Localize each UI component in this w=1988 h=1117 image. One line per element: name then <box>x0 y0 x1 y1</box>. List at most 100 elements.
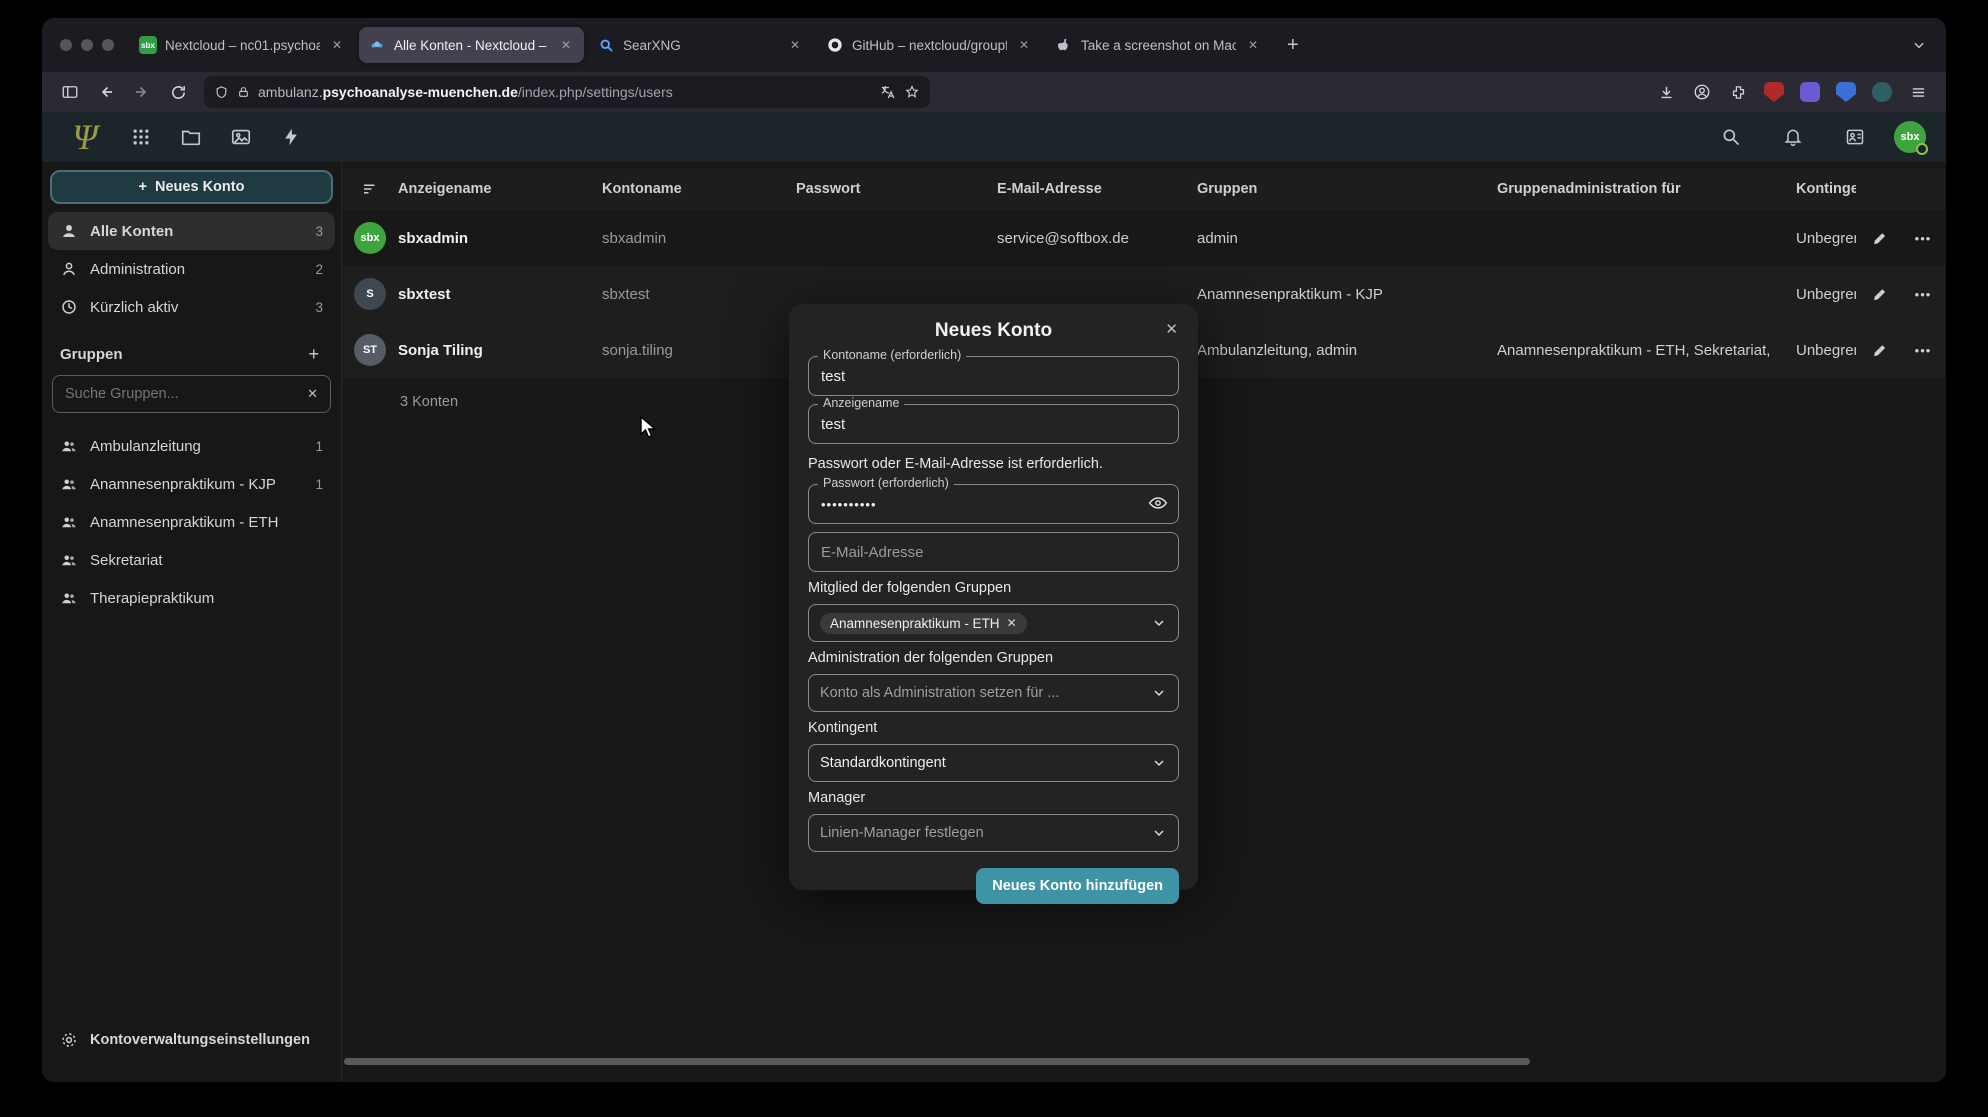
password-email-hint: Passwort oder E-Mail-Adresse ist erforde… <box>808 456 1179 472</box>
cell-display-name: sbxadmin <box>398 230 602 247</box>
ublock-icon[interactable] <box>1758 77 1790 107</box>
extension-icon-blue-shield[interactable] <box>1830 77 1862 107</box>
row-more-icon[interactable]: ••• <box>1904 287 1942 302</box>
header-email: E-Mail-Adresse <box>997 181 1197 197</box>
menu-hamburger-icon[interactable] <box>1902 77 1934 107</box>
submit-new-account-button[interactable]: Neues Konto hinzufügen <box>976 868 1179 904</box>
chevron-down-icon <box>1151 825 1167 841</box>
extensions-puzzle-icon[interactable] <box>1722 77 1754 107</box>
tab-screenshot-mac[interactable]: Take a screenshot on Mac – Ap ✕ <box>1046 27 1271 63</box>
tab-close-icon[interactable]: ✕ <box>557 37 575 53</box>
sidebar-group-sekretariat[interactable]: Sekretariat <box>48 541 335 579</box>
row-more-icon[interactable]: ••• <box>1904 231 1942 246</box>
sidebar-item-count: 3 <box>315 300 323 315</box>
avatar: sbx <box>354 222 386 254</box>
extension-icon-purple[interactable] <box>1794 77 1826 107</box>
cell-groups: admin <box>1197 230 1497 247</box>
url-bar[interactable]: ambulanz.psychoanalyse-muenchen.de/index… <box>204 76 930 108</box>
groups-heading: Gruppen + <box>48 326 335 373</box>
manager-select[interactable]: Linien-Manager festlegen <box>808 814 1179 852</box>
notifications-bell-icon[interactable] <box>1770 117 1816 157</box>
reload-button[interactable] <box>162 77 194 107</box>
activity-lightning-icon[interactable] <box>268 117 314 157</box>
group-label: Therapiepraktikum <box>90 590 214 607</box>
lock-icon[interactable] <box>237 86 250 99</box>
photos-icon[interactable] <box>218 117 264 157</box>
navigation-toolbar: ambulanz.psychoanalyse-muenchen.de/index… <box>42 72 1946 112</box>
email-field <box>808 532 1179 572</box>
tab-close-icon[interactable]: ✕ <box>1244 37 1262 53</box>
new-account-button[interactable]: + Neues Konto <box>50 170 333 204</box>
new-account-modal: Neues Konto ✕ Kontoname (erforderlich) A… <box>789 304 1198 890</box>
cell-display-name: Sonja Tiling <box>398 342 602 359</box>
forward-button[interactable] <box>126 77 158 107</box>
user-avatar[interactable]: sbx <box>1894 121 1926 153</box>
admin-groups-select[interactable]: Konto als Administration setzen für ... <box>808 674 1179 712</box>
tab-close-icon[interactable]: ✕ <box>328 37 346 53</box>
password-input[interactable] <box>808 484 1179 524</box>
nextcloud-logo[interactable]: Ψ <box>56 115 114 159</box>
sidebar-item-count: 3 <box>315 224 323 239</box>
tab-close-icon[interactable]: ✕ <box>1015 37 1033 53</box>
email-input[interactable] <box>808 532 1179 572</box>
sidebar-item-administration[interactable]: Administration 2 <box>48 250 335 288</box>
list-all-tabs-icon[interactable] <box>1902 38 1936 52</box>
account-name-input[interactable] <box>808 356 1179 396</box>
tab-close-icon[interactable]: ✕ <box>786 37 804 53</box>
bookmark-star-icon[interactable] <box>904 84 920 100</box>
horizontal-scrollbar[interactable] <box>344 1058 1530 1065</box>
field-label: Passwort (erforderlich) <box>818 476 954 490</box>
tab-alle-konten[interactable]: Alle Konten - Nextcloud – Ambu ✕ <box>359 27 584 63</box>
edit-pencil-icon[interactable] <box>1856 286 1904 303</box>
downloads-icon[interactable] <box>1650 77 1682 107</box>
back-button[interactable] <box>90 77 122 107</box>
account-icon[interactable] <box>1686 77 1718 107</box>
tab-label: Nextcloud – nc01.psychoanalyse <box>165 38 320 53</box>
table-header: Anzeigename Kontoname Passwort E-Mail-Ad… <box>342 168 1946 210</box>
translate-icon[interactable] <box>879 84 896 101</box>
remove-chip-icon[interactable]: ✕ <box>1007 616 1017 630</box>
settings-label: Kontoverwaltungseinstellungen <box>90 1032 310 1048</box>
avatar-initials: sbx <box>1901 131 1920 143</box>
edit-pencil-icon[interactable] <box>1856 230 1904 247</box>
tab-searxng[interactable]: SearXNG ✕ <box>588 27 813 63</box>
close-window-button[interactable] <box>60 39 72 51</box>
clear-search-icon[interactable]: ✕ <box>307 386 318 402</box>
apps-grid-icon[interactable] <box>118 117 164 157</box>
sidebar-item-alle-konten[interactable]: Alle Konten 3 <box>48 212 335 250</box>
add-group-icon[interactable]: + <box>304 344 323 365</box>
zoom-window-button[interactable] <box>102 39 114 51</box>
member-groups-select[interactable]: Anamnesenpraktikum - ETH ✕ <box>808 604 1179 642</box>
contacts-icon[interactable] <box>1832 117 1878 157</box>
sidebar-group-anamnesenpraktikum-eth[interactable]: Anamnesenpraktikum - ETH <box>48 503 335 541</box>
tab-label: GitHub – nextcloud/groupfolder <box>852 38 1007 53</box>
group-search-input[interactable] <box>65 386 307 402</box>
modal-close-icon[interactable]: ✕ <box>1159 316 1184 342</box>
sidebar-item-kuerzlich-aktiv[interactable]: Kürzlich aktiv 3 <box>48 288 335 326</box>
show-password-eye-icon[interactable] <box>1148 493 1168 513</box>
cell-groups: Ambulanzleitung, admin <box>1197 342 1497 359</box>
list-filter-icon[interactable] <box>342 180 398 198</box>
new-tab-button[interactable]: + <box>1275 32 1311 59</box>
group-count: 1 <box>315 477 323 492</box>
tracking-protection-shield-icon[interactable] <box>214 85 229 100</box>
sidebar-group-therapiepraktikum[interactable]: Therapiepraktikum <box>48 579 335 617</box>
sidebar-group-anamnesenpraktikum-kjp[interactable]: Anamnesenpraktikum - KJP 1 <box>48 465 335 503</box>
tab-nextcloud-nc01[interactable]: sbx Nextcloud – nc01.psychoanalyse ✕ <box>130 27 355 63</box>
edit-pencil-icon[interactable] <box>1856 342 1904 359</box>
account-management-settings[interactable]: Kontoverwaltungseinstellungen <box>42 1016 341 1064</box>
display-name-input[interactable] <box>808 404 1179 444</box>
row-more-icon[interactable]: ••• <box>1904 343 1942 358</box>
manager-label: Manager <box>808 790 1179 806</box>
quota-select[interactable]: Standardkontingent <box>808 744 1179 782</box>
tab-label: Take a screenshot on Mac – Ap <box>1081 38 1236 53</box>
admin-groups-label: Administration der folgenden Gruppen <box>808 650 1179 666</box>
status-icon <box>1916 143 1928 155</box>
tab-github[interactable]: GitHub – nextcloud/groupfolder ✕ <box>817 27 1042 63</box>
minimize-window-button[interactable] <box>81 39 93 51</box>
sidebar-group-ambulanzleitung[interactable]: Ambulanzleitung 1 <box>48 427 335 465</box>
unified-search-icon[interactable] <box>1708 117 1754 157</box>
extension-icon-teal[interactable] <box>1866 77 1898 107</box>
sidebar-toggle-icon[interactable] <box>54 77 86 107</box>
files-folder-icon[interactable] <box>168 117 214 157</box>
